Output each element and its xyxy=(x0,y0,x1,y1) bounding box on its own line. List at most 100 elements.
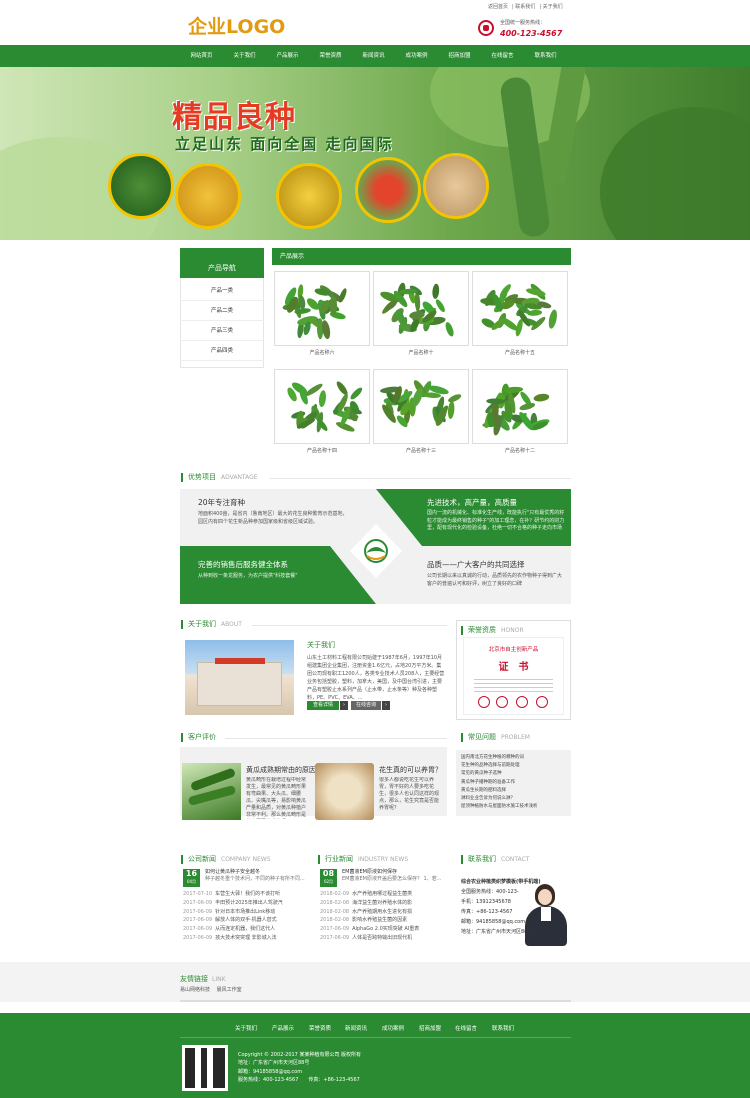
advantage-heading: 优势项目 ADVANTAGE xyxy=(181,473,258,482)
site-logo[interactable]: 企业LOGO xyxy=(188,12,285,39)
friend-link[interactable]: 易山网络科技 xyxy=(180,987,210,993)
news-row[interactable]: 2018-02-09 水产养殖用哪过程益生菌类 xyxy=(320,890,444,899)
review-1-title[interactable]: 黄瓜成熟期常由的原因 xyxy=(246,765,316,775)
product-card[interactable]: 产品名称十二 xyxy=(472,369,568,454)
main-nav: 网站首页 关于我们 产品展示 荣誉资质 新闻资讯 成功案例 招商加盟 在线留言 … xyxy=(0,45,750,67)
nav-news[interactable]: 新闻资讯 xyxy=(352,45,395,67)
product-name[interactable]: 产品名称十五 xyxy=(472,349,568,356)
product-name[interactable]: 产品名称六 xyxy=(274,349,370,356)
problem-item[interactable]: 黄瓜生长期的肥料选择 xyxy=(456,787,571,795)
product-card[interactable]: 产品名称六 xyxy=(274,271,370,356)
problems-heading: 常见问题 PROBLEM xyxy=(461,733,530,742)
nav-products[interactable]: 产品展示 xyxy=(266,45,309,67)
footer-nav-products[interactable]: 产品展示 xyxy=(272,1024,294,1032)
peanut-review-image[interactable] xyxy=(315,763,374,820)
banner-subtitle: 立足山东 面向全国 走向国际 xyxy=(175,135,394,153)
company-building-photo[interactable] xyxy=(185,640,294,715)
nav-home[interactable]: 网站首页 xyxy=(180,45,223,67)
news-row[interactable]: 2017-06-09 解放人体的双手·机器人替式 xyxy=(183,916,306,925)
product-card[interactable]: 产品名称十四 xyxy=(274,369,370,454)
contact-mobile: 手机：13912345678 xyxy=(461,899,511,905)
review-2-title[interactable]: 花生真的可以养胃？ xyxy=(379,765,442,775)
company-news-list: 2017-07-10 车营生大驿！我们的不该打听 2017-06-09 丰田预计20… xyxy=(183,890,306,943)
product-category-1[interactable]: 产品一类 xyxy=(180,281,264,301)
footer-nav-cases[interactable]: 成功案例 xyxy=(382,1024,404,1032)
cucumber-photo xyxy=(108,153,174,219)
footer-nav-message[interactable]: 在线留言 xyxy=(455,1024,477,1032)
about-text: 山东土工材料工程有限公司始建于1987年6月，1997年10月组建集团企业集团，… xyxy=(307,655,445,701)
top-link-contact[interactable]: 联系我们 xyxy=(515,4,535,10)
product-name[interactable]: 产品名称十三 xyxy=(373,447,469,454)
nav-contact[interactable]: 联系我们 xyxy=(524,45,567,67)
problem-item[interactable]: 常见的黄瓜种子选种 xyxy=(456,770,571,778)
footer-email: 邮箱：94185858@qq.com xyxy=(238,1068,303,1075)
hotline-number: 400-123-4567 xyxy=(500,29,563,38)
contact-company: 综合农业种植类织梦模板(带手机端) xyxy=(461,879,541,885)
view-details-button[interactable]: 查看详情 xyxy=(307,701,339,710)
contact-fax: 传真：+86-123-4567 xyxy=(461,909,513,915)
product-category-4[interactable]: 产品四类 xyxy=(180,341,264,361)
product-card[interactable]: 产品名称十 xyxy=(373,271,469,356)
certificate-header: 北京市自主创新产品 xyxy=(488,647,539,653)
news-row[interactable]: 2017-07-10 车营生大驿！我们的不该打听 xyxy=(183,890,306,899)
product-name[interactable]: 产品名称十四 xyxy=(274,447,370,454)
industry-news-top[interactable]: EM菌液EM原液如何保存 EM菌液EM原液开盖后要怎么保存？ 1、若... xyxy=(342,869,444,883)
honor-certificate[interactable]: 北京市自主创新产品 证 书 xyxy=(463,637,564,715)
problem-item[interactable]: 淋料业业告诉为何说么淋？ xyxy=(456,795,571,803)
industry-news-heading: 行业新闻 INDUSTRY NEWS xyxy=(318,855,408,864)
corn-photo xyxy=(276,163,342,229)
footer-nav-about[interactable]: 关于我们 xyxy=(235,1024,257,1032)
nav-cases[interactable]: 成功案例 xyxy=(395,45,438,67)
nav-honor[interactable]: 荣誉资质 xyxy=(309,45,352,67)
contact-info: 综合农业种植类织梦模板(带手机端) 全国服务热线：400-123- 手机：139… xyxy=(461,877,541,937)
friend-link[interactable]: 晨风工作室 xyxy=(217,987,242,993)
news-row[interactable]: 2017-06-09 针对日本市场推出Link移动 xyxy=(183,908,306,917)
footer-nav-news[interactable]: 新闻资讯 xyxy=(345,1024,367,1032)
news-row[interactable]: 2017-06-09 孩大技术突突理 非影城入法 xyxy=(183,934,306,943)
product-image[interactable] xyxy=(274,271,370,346)
product-card[interactable]: 产品名称十五 xyxy=(472,271,568,356)
top-link-home[interactable]: 返回首页 xyxy=(488,4,508,10)
advantage-2-desc: 国内一流的机械化、标准化生产线，既能执行"只有最优秀的籽粒才能成为最终销售的种子… xyxy=(427,510,565,531)
news-row[interactable]: 2018-02-08 影响水养殖益生菌的因素 xyxy=(320,916,444,925)
news-row[interactable]: 2017-06-09 从而连定机器，我们这代人 xyxy=(183,925,306,934)
problem-item[interactable]: 黄瓜种子播种期的准备工作 xyxy=(456,779,571,787)
nav-message[interactable]: 在线留言 xyxy=(481,45,524,67)
advantage-panel: 20年专注育种 地面积400亩，是省内（鲁南地区）最大的花生良种繁育示范基地，园… xyxy=(180,489,571,604)
footer-nav-join[interactable]: 招商加盟 xyxy=(419,1024,441,1032)
hero-banner[interactable]: 精品良种 立足山东 面向全国 走向国际 xyxy=(0,67,750,240)
product-image[interactable] xyxy=(373,369,469,444)
product-category-2[interactable]: 产品二类 xyxy=(180,301,264,321)
top-link-about[interactable]: 关于我们 xyxy=(543,4,563,10)
banner-title: 精品良种 xyxy=(172,100,296,135)
online-consult-button[interactable]: 在线咨询 xyxy=(351,701,381,710)
company-news-date: 16 04月 xyxy=(183,869,200,887)
product-category-3[interactable]: 产品三类 xyxy=(180,321,264,341)
news-row[interactable]: 2017-06-09 丰田预计2025年推出人驾驶汽 xyxy=(183,899,306,908)
problem-item[interactable]: 屋顶种植防水与屋面防水施工技术浅析 xyxy=(456,803,571,811)
product-image[interactable] xyxy=(274,369,370,444)
news-row[interactable]: 2017-06-09 AlphaGo 2.0实现突破 AI重表 xyxy=(320,925,444,934)
footer-phone: 服务热线：400-123-4567 传真：+86-123-4567 xyxy=(238,1076,360,1083)
company-news-heading: 公司新闻 COMPANY NEWS xyxy=(181,855,271,864)
footer-nav-honor[interactable]: 荣誉资质 xyxy=(309,1024,331,1032)
details-arrow-icon[interactable]: › xyxy=(340,701,348,710)
nav-about[interactable]: 关于我们 xyxy=(223,45,266,67)
reviews-heading: 客户评价 xyxy=(181,733,216,742)
problem-item[interactable]: 花生种的品种选择与前期处理 xyxy=(456,762,571,770)
footer-nav-contact[interactable]: 联系我们 xyxy=(492,1024,514,1032)
product-image[interactable] xyxy=(472,369,568,444)
news-row[interactable]: 2018-02-08 海洋益生菌对养殖水体的影 xyxy=(320,899,444,908)
nav-join[interactable]: 招商加盟 xyxy=(438,45,481,67)
consult-arrow-icon[interactable]: › xyxy=(382,701,390,710)
news-row[interactable]: 2018-02-08 水产养殖期用水生进化有损 xyxy=(320,908,444,917)
product-image[interactable] xyxy=(373,271,469,346)
product-name[interactable]: 产品名称十二 xyxy=(472,447,568,454)
company-news-top[interactable]: 如何让黄瓜种子安全越冬 种子越冬重个技术问，不同的种子有所不同... xyxy=(205,869,305,883)
product-image[interactable] xyxy=(472,271,568,346)
cucumber-review-image[interactable] xyxy=(182,763,241,820)
product-name[interactable]: 产品名称十 xyxy=(373,349,469,356)
product-card[interactable]: 产品名称十三 xyxy=(373,369,469,454)
problem-item[interactable]: 国内南北方花生种植的哪种的词 xyxy=(456,754,571,762)
news-row[interactable]: 2017-06-09 人体是否跨特输出旧现代机 xyxy=(320,934,444,943)
